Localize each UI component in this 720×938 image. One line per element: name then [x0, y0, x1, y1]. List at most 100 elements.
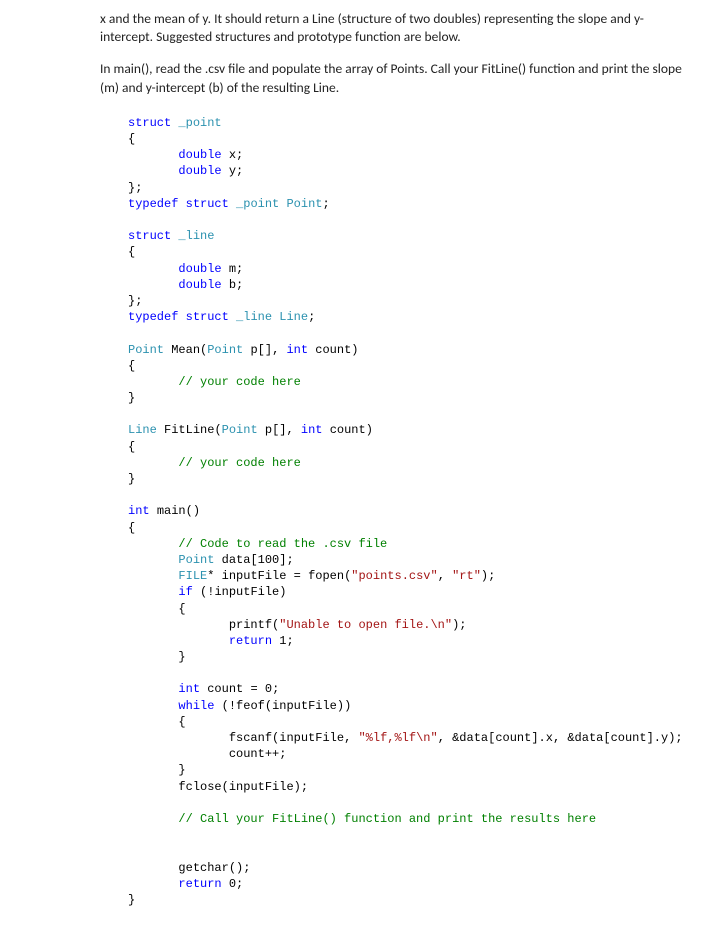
- rparen: ): [337, 699, 344, 713]
- lbracket: [: [250, 553, 257, 567]
- type-point: Point: [178, 553, 214, 567]
- star: *: [207, 569, 214, 583]
- lparen: (: [222, 780, 229, 794]
- kw-int: int: [178, 682, 200, 696]
- id-m: m: [229, 262, 236, 276]
- id-data: data: [222, 553, 251, 567]
- id-fopen: fopen: [308, 569, 344, 583]
- comma: ,: [553, 731, 567, 745]
- sc: ;: [236, 278, 243, 292]
- lparen: (: [186, 504, 193, 518]
- brace-open: {: [178, 602, 185, 616]
- comment-call-fitline: // Call your FitLine() function and prin…: [178, 812, 596, 826]
- id-fscanf: fscanf: [229, 731, 272, 745]
- type-point-tag: _point: [178, 116, 221, 130]
- sc: ;: [286, 553, 293, 567]
- sc: ;: [308, 310, 315, 324]
- brace-close: }: [178, 650, 185, 664]
- eq: =: [286, 569, 308, 583]
- id-inputfile: inputFile: [229, 780, 294, 794]
- kw-double: double: [178, 164, 221, 178]
- id-y: y: [229, 164, 236, 178]
- str-unable: "Unable to open file.\n": [279, 618, 452, 632]
- kw-typedef: typedef: [128, 310, 178, 324]
- brace-open: {: [178, 715, 185, 729]
- rparen-sc: );: [668, 731, 682, 745]
- brace-open: {: [128, 359, 135, 373]
- lparen: (: [229, 861, 236, 875]
- sc: ;: [236, 262, 243, 276]
- brackets: []: [272, 423, 286, 437]
- type-point: Point: [286, 197, 322, 211]
- comment-your-code: // your code here: [178, 375, 300, 389]
- rparen-sc: );: [481, 569, 495, 583]
- dotx: .x: [539, 731, 553, 745]
- brace-open: {: [128, 440, 135, 454]
- num-0: 0: [229, 877, 236, 891]
- id-count: count: [229, 747, 265, 761]
- str-scanfmt: "%lf,%lf\n": [358, 731, 437, 745]
- comma: ,: [438, 731, 452, 745]
- kw-int: int: [128, 504, 150, 518]
- lparen: (: [265, 699, 272, 713]
- id-count: count: [207, 682, 243, 696]
- id-fitline: FitLine: [164, 423, 214, 437]
- rparen: ): [351, 343, 358, 357]
- kw-int: int: [301, 423, 323, 437]
- brace-close: }: [128, 391, 135, 405]
- brace-open: {: [128, 245, 135, 259]
- id-inputfile: inputFile: [214, 585, 279, 599]
- comma: ,: [438, 569, 452, 583]
- id-p: p: [265, 423, 272, 437]
- type-line-tag: _line: [236, 310, 272, 324]
- id-fclose: fclose: [178, 780, 221, 794]
- amp: &: [567, 731, 574, 745]
- sc: ;: [236, 877, 243, 891]
- rbracket: ]: [647, 731, 654, 745]
- sc: ;: [236, 148, 243, 162]
- id-inputfile: inputFile: [272, 699, 337, 713]
- lbracket: [: [603, 731, 610, 745]
- kw-return: return: [229, 634, 272, 648]
- brace-open: {: [128, 132, 135, 146]
- comma: ,: [344, 731, 358, 745]
- id-count: count: [315, 343, 351, 357]
- id-count: count: [611, 731, 647, 745]
- paragraph-1: x and the mean of y. It should return a …: [100, 10, 692, 46]
- comma: ,: [286, 423, 300, 437]
- id-feof: feof: [236, 699, 265, 713]
- rparen-sc: );: [236, 861, 250, 875]
- id-getchar: getchar: [178, 861, 228, 875]
- type-point: Point: [222, 423, 258, 437]
- kw-struct: struct: [128, 116, 171, 130]
- id-data: data: [575, 731, 604, 745]
- rbracket: ]: [531, 731, 538, 745]
- lparen: (: [214, 423, 221, 437]
- sc: ;: [286, 634, 293, 648]
- kw-struct: struct: [186, 310, 229, 324]
- paragraph-2: In main(), read the .csv file and popula…: [100, 60, 692, 96]
- id-count: count: [330, 423, 366, 437]
- id-b: b: [229, 278, 236, 292]
- type-line-tag: _line: [178, 229, 214, 243]
- num-100: 100: [258, 553, 280, 567]
- comma: ,: [272, 343, 286, 357]
- brace-close-sc: };: [128, 181, 142, 195]
- kw-double: double: [178, 148, 221, 162]
- kw-typedef: typedef: [128, 197, 178, 211]
- kw-struct: struct: [128, 229, 171, 243]
- type-file: FILE: [178, 569, 207, 583]
- id-mean: Mean: [171, 343, 200, 357]
- doty: .y: [654, 731, 668, 745]
- code-block: struct _point { double x; double y; }; t…: [128, 115, 692, 908]
- document-page: x and the mean of y. It should return a …: [0, 0, 720, 938]
- rparen-sc: );: [294, 780, 308, 794]
- rparen: ): [366, 423, 373, 437]
- comment-your-code: // your code here: [178, 456, 300, 470]
- id-inputfile: inputFile: [222, 569, 287, 583]
- brace-close: }: [178, 763, 185, 777]
- brace-close: }: [128, 472, 135, 486]
- id-x: x: [229, 148, 236, 162]
- kw-return: return: [178, 877, 221, 891]
- comment-read-csv: // Code to read the .csv file: [178, 537, 387, 551]
